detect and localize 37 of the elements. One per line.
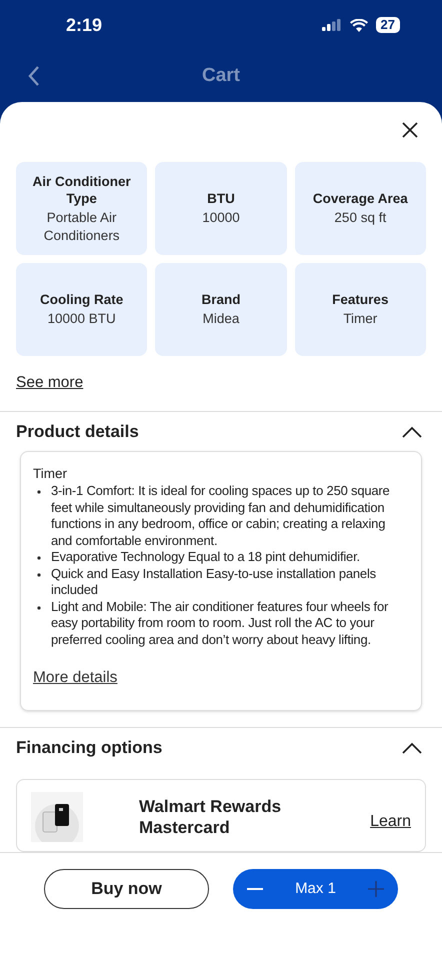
close-icon[interactable] (402, 122, 418, 138)
spec-value: 250 sq ft (334, 209, 386, 227)
spec-label: Air Conditioner Type (32, 172, 132, 206)
wifi-icon (350, 18, 368, 32)
feature-text: Evaporative Technology Equal to a 18 pint dehumidifier. (51, 549, 360, 566)
quantity-label: Max 1 (295, 878, 336, 899)
bullet-icon (37, 490, 41, 494)
offer-name: Walmart Rewards Mastercard (139, 796, 282, 838)
more-details-link[interactable]: More details (33, 669, 118, 686)
details-lead: Timer (33, 466, 68, 482)
bullet-icon (37, 606, 41, 610)
spec-value: Timer (343, 310, 378, 328)
clock-time: 2:19 (66, 14, 102, 36)
spec-label: Coverage Area (312, 190, 408, 207)
spec-value: Midea (202, 310, 240, 328)
spec-label: Brand (201, 291, 240, 308)
section-title: Financing options (16, 736, 162, 759)
feature-text: 3-in-1 Comfort: It is ideal for cooling spaces up to 250 square feet while simultaneously providing fan and dehumidification functions in any bedroom, office or cabin; creating a relaxing and comfortable environment. (51, 483, 391, 550)
chevron-up-icon[interactable] (402, 426, 422, 438)
spec-value: 10000 BTU (48, 310, 116, 328)
spec-label: Features (332, 291, 388, 308)
spec-label: Cooling Rate (40, 291, 124, 308)
spec-value: 10000 (202, 209, 240, 227)
battery-indicator: 27 (376, 17, 400, 33)
signal-icon (322, 19, 342, 31)
bullet-icon (37, 556, 41, 560)
spec-label: BTU (207, 190, 235, 207)
buy-now-button[interactable]: Buy now (44, 869, 209, 909)
chevron-up-icon[interactable] (402, 742, 422, 754)
bullet-icon (37, 572, 41, 577)
section-title: Product details (16, 420, 139, 443)
learn-link[interactable]: Learn (370, 810, 411, 834)
see-more-link[interactable]: See more (16, 374, 84, 391)
feature-text: Light and Mobile: The air conditioner features four wheels for easy portability from room to room. Just roll the AC to your preferred cooling area and don’t worry about heavy lifting. (51, 598, 390, 648)
spec-value: Portable Air Conditioners (42, 208, 121, 244)
feature-text: Quick and Easy Installation Easy-to-use installation panels included (51, 566, 377, 599)
page-title: Cart (202, 64, 240, 88)
